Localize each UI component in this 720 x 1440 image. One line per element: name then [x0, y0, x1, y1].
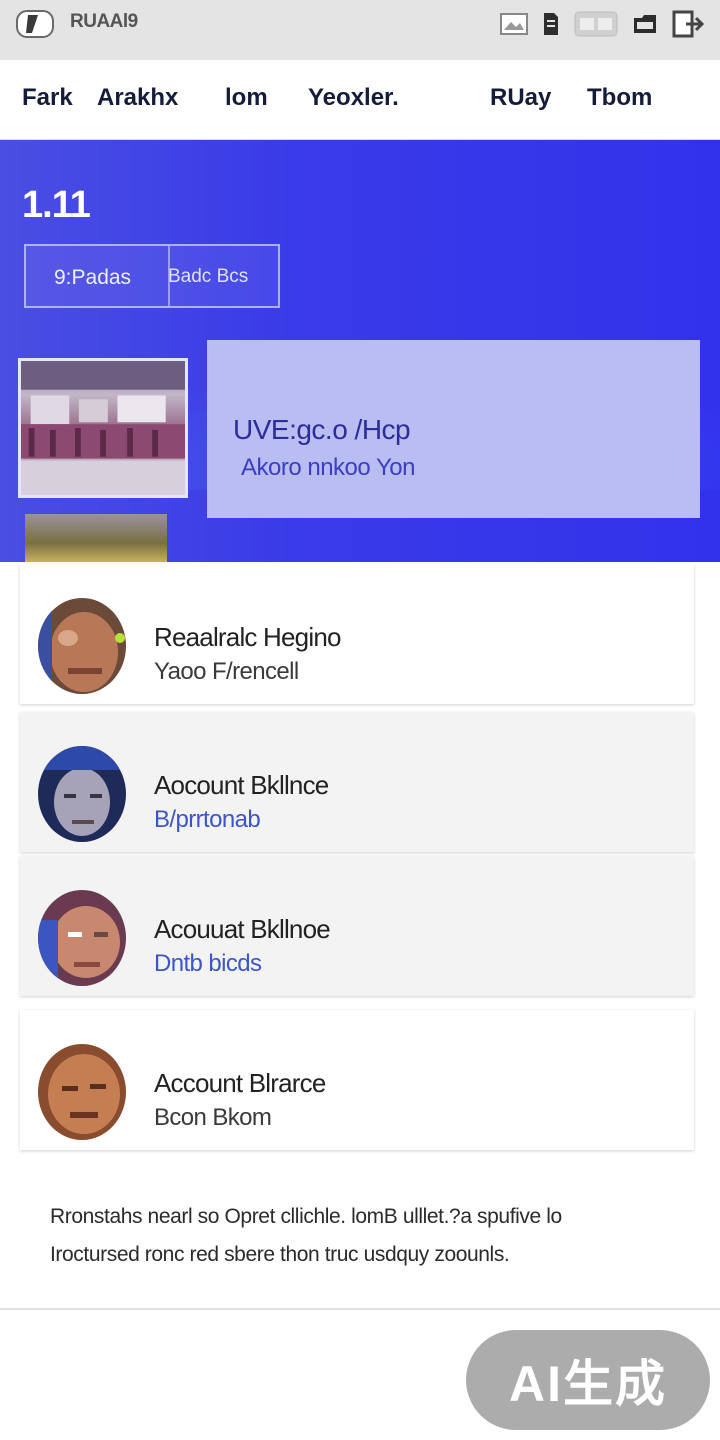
- nav-item-fark[interactable]: Fark: [22, 84, 73, 112]
- hero-pill[interactable]: 9:Padas Badc Bcs: [24, 244, 280, 308]
- avatar: [38, 1044, 126, 1140]
- folder-icon[interactable]: [632, 12, 658, 36]
- list-item-subtitle: Dntb bicds: [154, 950, 262, 977]
- exit-icon[interactable]: [672, 10, 704, 38]
- hero-thumbnail-strip: [25, 514, 167, 562]
- document-icon[interactable]: [542, 11, 560, 37]
- ai-generated-badge: AI生成: [466, 1330, 710, 1430]
- status-bar: RUAAl9: [0, 0, 720, 60]
- footer-note-line-1: Rronstahs nearl so Opret cllichle. lomB …: [50, 1205, 562, 1228]
- status-title: RUAAl9: [70, 11, 138, 32]
- nav-item-ruay[interactable]: RUay: [490, 84, 551, 112]
- hero-thumbnail[interactable]: [18, 358, 188, 498]
- footer-note: Rronstahs nearl so Opret cllichle. lomB …: [50, 1198, 670, 1274]
- hero-pill-right-label[interactable]: Badc Bcs: [168, 266, 248, 288]
- list-item-title: Aocount Bkllnce: [154, 770, 329, 800]
- list-item-subtitle: Yaoo F/rencell: [154, 658, 299, 685]
- list-item-subtitle: Bcon Bkom: [154, 1104, 272, 1131]
- footer-divider: [0, 1308, 720, 1310]
- hero-pill-left-label[interactable]: 9:Padas: [54, 266, 131, 290]
- list-item-title: Reaalralc Hegino: [154, 622, 341, 652]
- list-item[interactable]: Reaalralc Hegino Yaoo F/rencell: [20, 564, 694, 704]
- hero-card-subtitle: Akoro nnkoo Yon: [241, 454, 416, 481]
- status-icons: [500, 10, 704, 38]
- nav-item-lom[interactable]: lom: [225, 84, 268, 112]
- toggle-icon[interactable]: [574, 11, 618, 37]
- image-icon[interactable]: [500, 12, 528, 36]
- nav-item-yeoxler[interactable]: Yeoxler.: [308, 84, 399, 112]
- footer-note-line-2: Iroctursed ronc red sbere thon truc usdq…: [50, 1243, 510, 1266]
- list-item[interactable]: Acouuat Bkllnoe Dntb bicds: [20, 856, 694, 996]
- avatar-image: [38, 1044, 126, 1140]
- hero-card[interactable]: UVE:gc.o /Hcp Akoro nnkoo Yon: [207, 340, 700, 518]
- thumbnail-image: [21, 361, 185, 495]
- avatar: [38, 746, 126, 842]
- app-logo-icon: [16, 10, 54, 38]
- avatar: [38, 598, 126, 694]
- hero-card-title: UVE:gc.o /Hcp: [233, 414, 411, 445]
- avatar-image: [38, 598, 126, 694]
- nav-item-arakhx[interactable]: Arakhx: [97, 84, 178, 112]
- avatar-image: [38, 746, 126, 842]
- list-item-title: Account Blrarce: [154, 1068, 326, 1098]
- hero-banner: 1.11 9:Padas Badc Bcs UVE:gc.o /Hcp Akor…: [0, 140, 720, 562]
- nav-item-tbom[interactable]: Tbom: [587, 84, 652, 112]
- list-item[interactable]: Aocount Bkllnce B/prrtonab: [20, 712, 694, 852]
- list-item[interactable]: Account Blrarce Bcon Bkom: [20, 1010, 694, 1150]
- list-item-title: Acouuat Bkllnoe: [154, 914, 331, 944]
- avatar: [38, 890, 126, 986]
- hero-value: 1.11: [22, 184, 91, 226]
- top-nav: Fark Arakhx lom Yeoxler. RUay Tbom: [0, 60, 720, 140]
- avatar-image: [38, 890, 126, 986]
- list-item-subtitle: B/prrtonab: [154, 806, 261, 833]
